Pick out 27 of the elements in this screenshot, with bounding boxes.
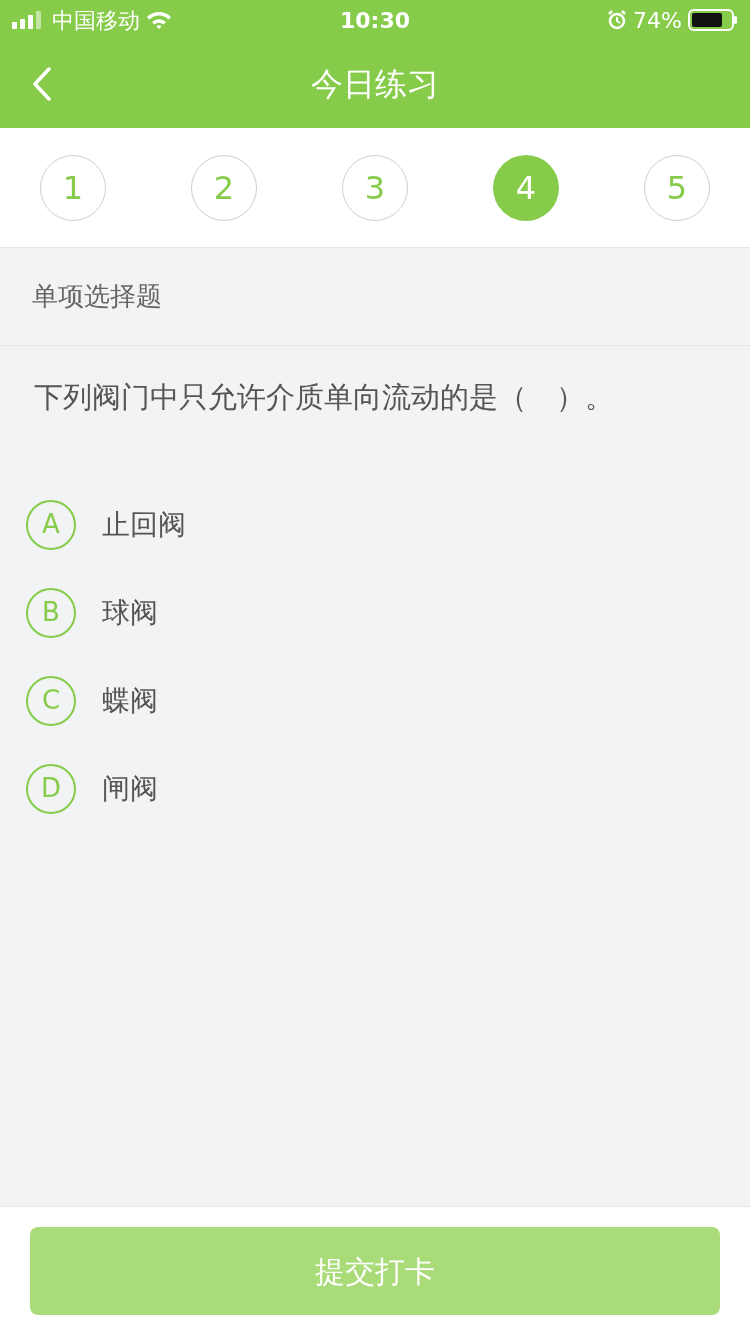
chevron-left-icon: [32, 67, 52, 101]
option-letter: A: [26, 499, 76, 550]
question-text: 下列阀门中只允许介质单向流动的是（ ）。: [34, 379, 615, 416]
wifi-icon: [146, 10, 172, 30]
carrier-name: 中国移动: [52, 6, 140, 35]
question-type: 单项选择题: [32, 280, 162, 313]
question-number-tab[interactable]: 1: [40, 154, 106, 221]
question-number-tab[interactable]: 4: [493, 154, 559, 221]
answer-option[interactable]: C 蝶阀: [26, 675, 724, 726]
option-text: 闸阀: [102, 770, 158, 807]
option-text: 球阀: [102, 594, 158, 631]
battery-percent: 74%: [633, 6, 682, 35]
option-text: 止回阀: [102, 506, 186, 543]
question-number-tab[interactable]: 3: [342, 154, 408, 221]
option-letter: C: [26, 675, 76, 726]
answer-option[interactable]: A 止回阀: [26, 499, 724, 550]
option-letter: D: [26, 763, 76, 814]
question-number-tab[interactable]: 5: [644, 154, 710, 221]
question-number-tab[interactable]: 2: [191, 154, 257, 221]
option-text: 蝶阀: [102, 682, 158, 719]
battery-icon: [688, 9, 738, 31]
page-title: 今日练习: [311, 64, 439, 105]
alarm-clock-icon: [607, 10, 628, 30]
answer-option[interactable]: B 球阀: [26, 587, 724, 638]
option-letter: B: [26, 587, 76, 638]
answer-option[interactable]: D 闸阀: [26, 763, 724, 814]
clock-time: 10:30: [340, 6, 410, 35]
